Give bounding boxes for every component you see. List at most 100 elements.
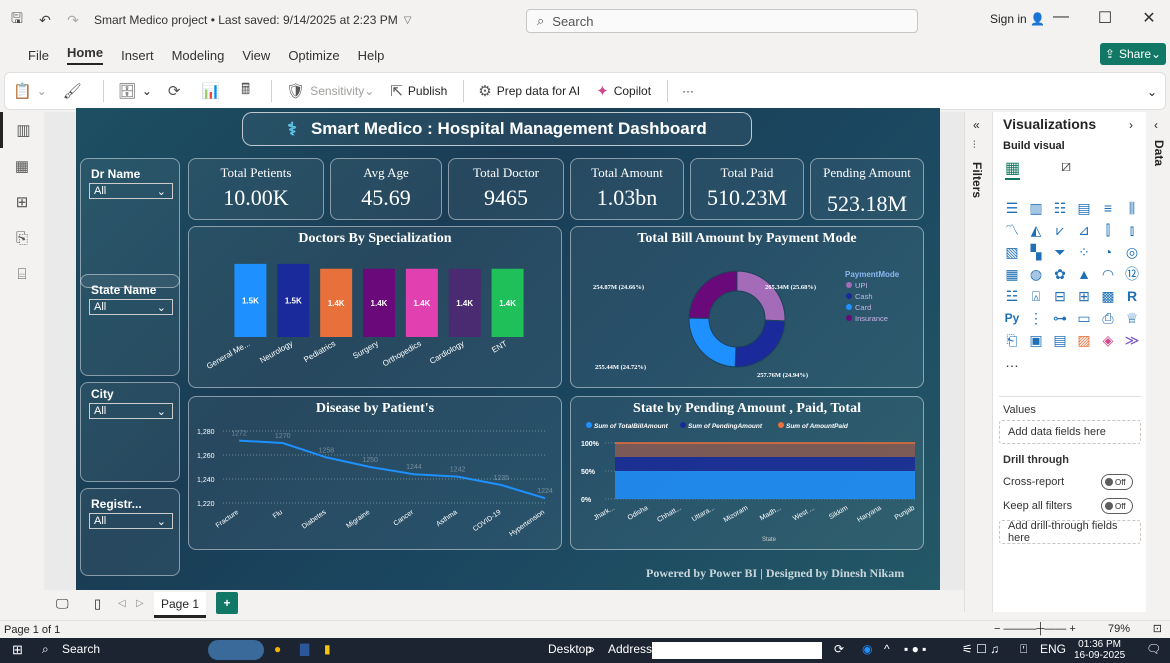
kpi-pending-amount[interactable]: Pending Amount 523.18M	[810, 158, 924, 220]
data-pane[interactable]: ‹	[1146, 112, 1170, 612]
more-options-button[interactable]: ···	[682, 84, 694, 98]
prep-data-button[interactable]: ⚙ Prep data for AI	[478, 82, 580, 100]
sensitivity-button[interactable]: 🛡 Sensitivity ⌄	[286, 82, 374, 100]
menu-file[interactable]: File	[28, 48, 49, 63]
stacked-area-icon[interactable]: ⩗	[1049, 220, 1071, 240]
action-center-icon[interactable]: 🗨	[1146, 642, 1161, 656]
get-data-button[interactable]: 🗄 ⌄	[118, 82, 152, 100]
desktop-toolbar[interactable]: Desktop	[548, 642, 592, 656]
expand-left-icon[interactable]: ‹	[1154, 118, 1158, 132]
chart-bill-by-payment-mode[interactable]: Total Bill Amount by Payment Mode 265.34…	[570, 226, 924, 388]
language-indicator[interactable]: ENG	[1040, 642, 1066, 656]
network-icon[interactable]: ⚟ ☐ ♫	[962, 642, 999, 656]
slicer-icon[interactable]: ⊟	[1049, 286, 1071, 306]
pie-chart-icon[interactable]: ◔	[1097, 242, 1119, 262]
more-visuals-icon[interactable]: …	[1001, 352, 1023, 372]
diamond-visual-icon[interactable]: ◈	[1097, 330, 1119, 350]
widgets-icon[interactable]	[208, 640, 264, 660]
key-influencers-icon[interactable]: ⋮	[1025, 308, 1047, 328]
overflow-icon[interactable]: »	[588, 642, 595, 656]
document-title[interactable]: Smart Medico project • Last saved: 9/14/…	[94, 13, 398, 27]
sign-in-button[interactable]: Sign in 👤	[990, 12, 1045, 26]
clustered-bar-icon[interactable]: ☷	[1049, 198, 1071, 218]
power-automate-icon[interactable]: ▤	[1049, 330, 1071, 350]
area-chart-icon[interactable]: ◭	[1025, 220, 1047, 240]
map-icon[interactable]: ◍	[1025, 264, 1047, 284]
chart-state-by-pending[interactable]: State by Pending Amount , Paid, Total Su…	[570, 396, 924, 550]
refresh-icon[interactable]: ⟳	[834, 642, 844, 656]
word-icon[interactable]: ▇	[300, 642, 309, 656]
tray-icons[interactable]: ▪ ● ▪	[904, 642, 926, 656]
chart-disease-by-patients[interactable]: Disease by Patient's 1,280 1,260 1,240 1,22…	[188, 396, 562, 550]
python-visual-icon[interactable]: Py	[1001, 308, 1023, 328]
new-visual-button[interactable]: 📊	[201, 82, 225, 100]
area-100-icon[interactable]: ⊿	[1073, 220, 1095, 240]
paginated-report-icon[interactable]: ⎗	[1001, 330, 1023, 350]
bar-100-icon[interactable]: ≡	[1097, 198, 1119, 218]
line-stacked-icon[interactable]: ⫾	[1121, 220, 1143, 240]
power-bi-icon[interactable]: ▮	[324, 642, 331, 656]
goals-icon[interactable]: ♕	[1121, 308, 1143, 328]
matrix-icon[interactable]: ▩	[1097, 286, 1119, 306]
r-visual-icon[interactable]: R	[1121, 286, 1143, 306]
stacked-column-icon[interactable]: ▥	[1025, 198, 1047, 218]
clustered-column-icon[interactable]: ▤	[1073, 198, 1095, 218]
slicer-dropdown[interactable]: All ⌄	[89, 403, 173, 419]
narrative-icon[interactable]: ⎙	[1097, 308, 1119, 328]
decomposition-tree-icon[interactable]: ⊶	[1049, 308, 1071, 328]
search-input[interactable]: ⌕ Search	[526, 9, 918, 33]
drill-through-well[interactable]: Add drill-through fields here	[999, 520, 1141, 544]
close-button[interactable]: ✕	[1134, 8, 1164, 28]
copilot-button[interactable]: ✦ Copilot	[596, 82, 651, 100]
chevron-up-icon[interactable]: ^	[884, 642, 890, 656]
keep-filters-toggle[interactable]: Off	[1101, 498, 1133, 514]
gauge-icon[interactable]: ◠	[1097, 264, 1119, 284]
notification-icon[interactable]: ⍞	[1020, 642, 1027, 657]
next-page-icon[interactable]: ▷	[136, 598, 144, 609]
dax-query-icon[interactable]: ⎘	[0, 220, 44, 256]
mobile-layout-icon[interactable]: ▯	[94, 596, 101, 612]
column-100-icon[interactable]: ⫼	[1121, 198, 1143, 218]
collapse-pane-icon[interactable]: ›	[1129, 118, 1133, 132]
zoom-level[interactable]: 79%	[1108, 623, 1130, 635]
ribbon-chart-icon[interactable]: ▧	[1001, 242, 1023, 262]
kpi-total-amount[interactable]: Total Amount 1.03bn	[570, 158, 684, 220]
share-button[interactable]: ⇪ Share ⌄	[1100, 43, 1166, 65]
stacked-bar-icon[interactable]: ☰	[1001, 198, 1023, 218]
taskbar-search[interactable]: Search	[62, 642, 100, 656]
slicer-dr-name[interactable]: Dr Name All ⌄	[80, 158, 180, 288]
filters-label[interactable]: Filters	[970, 162, 984, 198]
filled-map-icon[interactable]: ✿	[1049, 264, 1071, 284]
kpi-avg-age[interactable]: Avg Age 45.69	[330, 158, 442, 220]
format-visual-tab-icon[interactable]: ⧄	[1061, 158, 1071, 176]
slicer-dropdown[interactable]: All ⌄	[89, 513, 173, 529]
menu-insert[interactable]: Insert	[121, 48, 154, 63]
menu-home[interactable]: Home	[66, 45, 104, 65]
kpi-total-patients[interactable]: Total Petients 10.00K	[188, 158, 324, 220]
dashboard-title[interactable]: ⚕ Smart Medico : Hospital Management Das…	[242, 112, 752, 146]
minimize-button[interactable]: —	[1046, 8, 1076, 26]
slicer-registration[interactable]: Registr... All ⌄	[80, 488, 180, 576]
slicer-dropdown[interactable]: All ⌄	[89, 183, 173, 199]
build-visual-tab-icon[interactable]: ▦	[1005, 158, 1021, 180]
tab-page-1[interactable]: Page 1	[154, 592, 206, 618]
publish-button[interactable]: ⇱ Publish	[390, 82, 447, 100]
waterfall-icon[interactable]: ▚	[1025, 242, 1047, 262]
slicer-dropdown[interactable]: All ⌄	[89, 299, 173, 315]
scatter-icon[interactable]: ⁘	[1073, 242, 1095, 262]
power-apps-icon[interactable]: ▣	[1025, 330, 1047, 350]
ribbon-collapse-icon[interactable]: ⌄	[1147, 85, 1157, 99]
card-icon[interactable]: ⑫	[1121, 264, 1143, 284]
chart-doctors-by-specialization[interactable]: Doctors By Specialization 1.5K General Me…	[188, 226, 562, 388]
calculator-button[interactable]: 🖩	[241, 79, 255, 104]
tmdl-view-icon[interactable]: ⌸	[0, 256, 44, 292]
model-view-icon[interactable]: ⊞	[0, 184, 44, 220]
qa-icon[interactable]: ▭	[1073, 308, 1095, 328]
kpi-icon[interactable]: ⍓	[1025, 286, 1047, 306]
zoom-slider[interactable]: − ———┼—— +	[994, 623, 1076, 635]
cross-report-toggle[interactable]: Off	[1101, 474, 1133, 490]
save-icon[interactable]: 🖫	[6, 8, 28, 32]
line-chart-icon[interactable]: 〽	[1001, 220, 1023, 240]
report-view-icon[interactable]: ▥	[0, 112, 44, 148]
format-painter-button[interactable]: 🖌	[63, 82, 87, 100]
